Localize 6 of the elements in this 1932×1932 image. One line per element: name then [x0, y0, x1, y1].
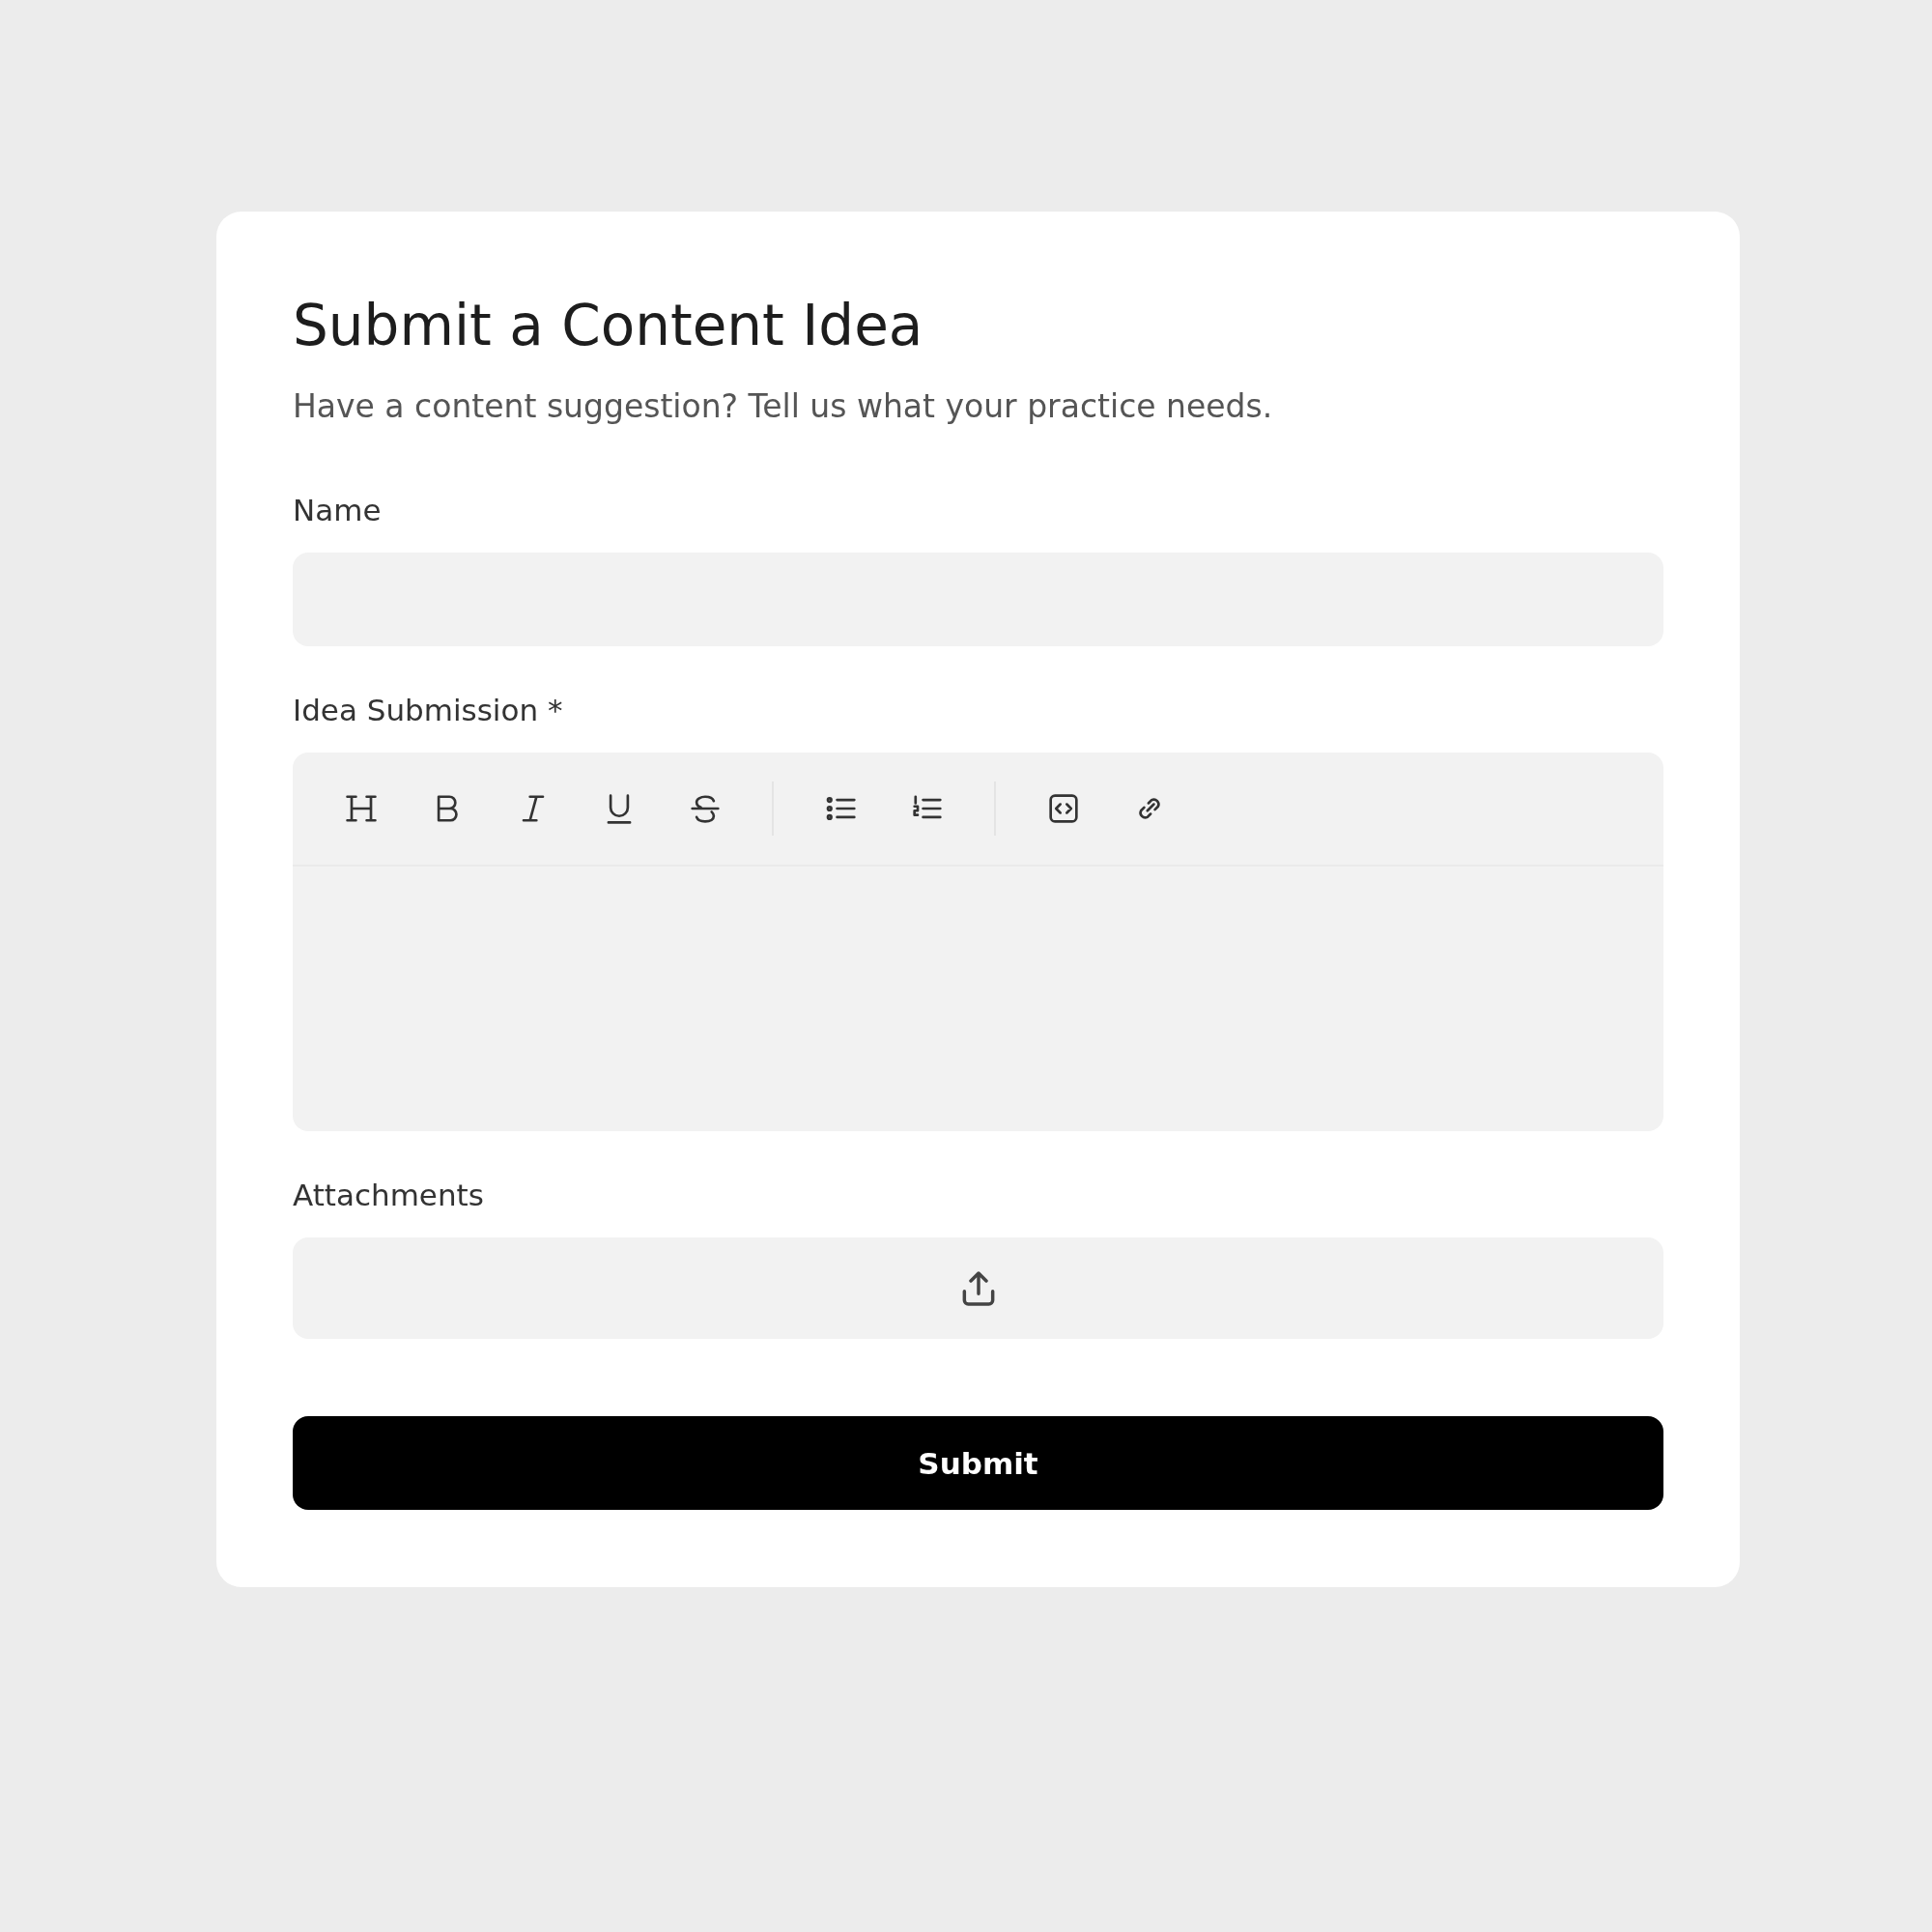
- form-subtitle: Have a content suggestion? Tell us what your practice needs.: [293, 387, 1274, 425]
- field-label: Idea Submission *: [293, 693, 563, 727]
- submit-button[interactable]: Submit: [293, 1416, 1663, 1510]
- field-label: Name: [293, 493, 382, 527]
- field-label: Attachments: [293, 1178, 484, 1212]
- form-title: Submit a Content Idea: [293, 292, 924, 360]
